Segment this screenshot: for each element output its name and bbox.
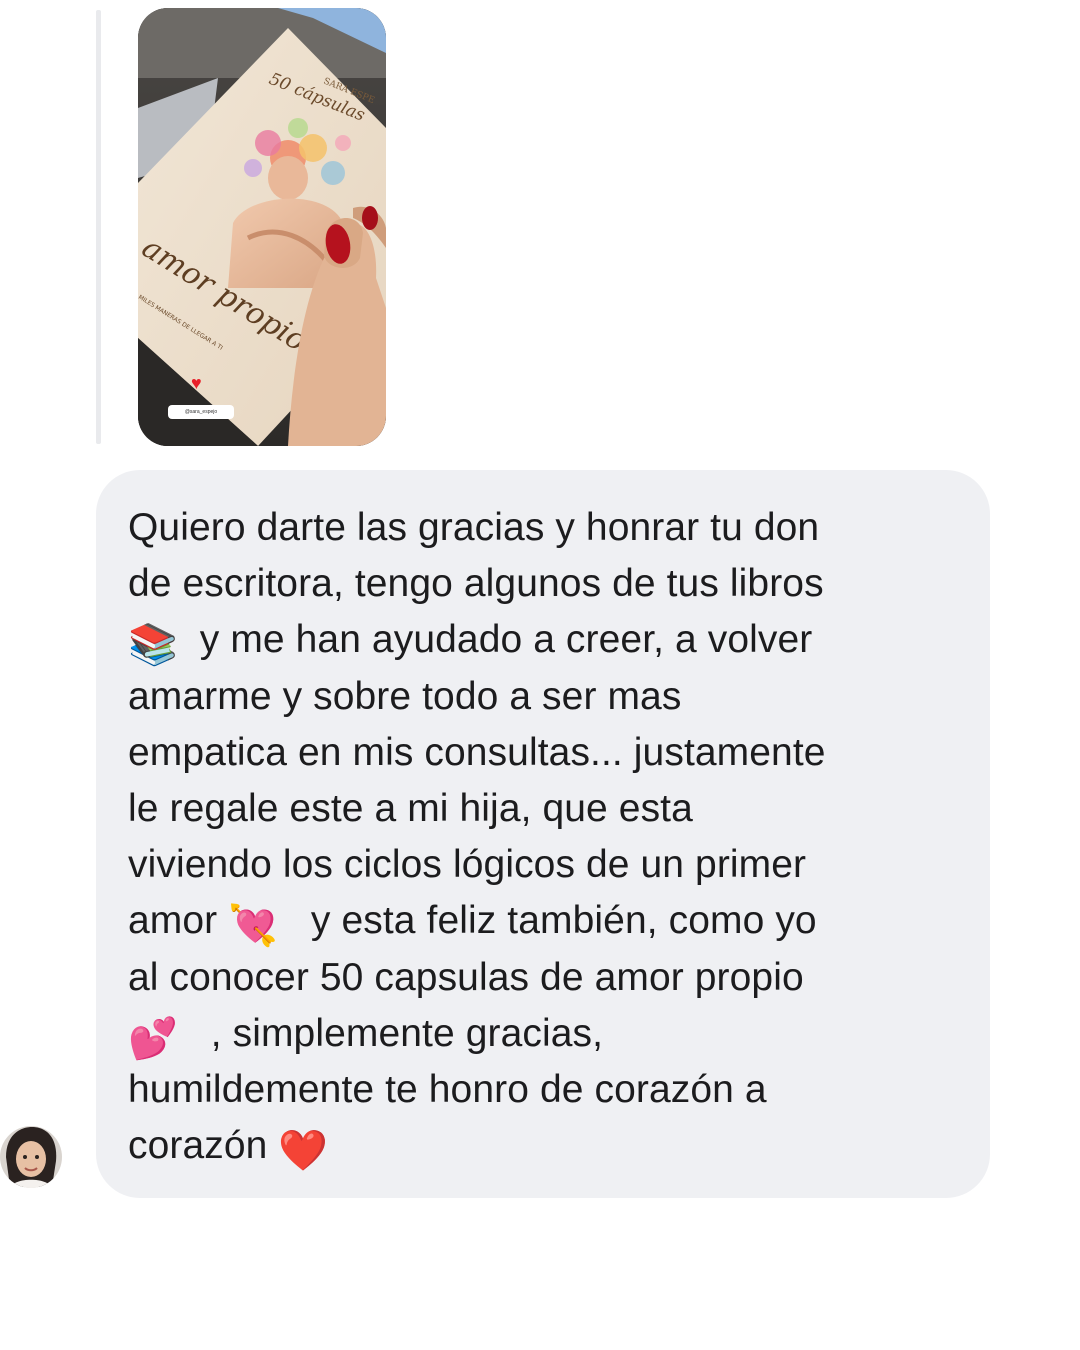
heart-arrow-emoji-icon: 💘 bbox=[228, 903, 279, 950]
message-line: amor 💘 y esta feliz también, como yo bbox=[128, 899, 817, 950]
message-bubble[interactable]: Quiero darte las gracias y honrar tu don… bbox=[96, 470, 990, 1198]
red-heart-emoji-icon: ❤️ bbox=[278, 1128, 329, 1175]
message-line: corazón ❤️ bbox=[128, 1124, 329, 1175]
avatar-icon bbox=[0, 1126, 62, 1188]
message-line: viviendo los ciclos lógicos de un primer bbox=[128, 843, 807, 887]
message-line: 💕 , simplemente gracias, bbox=[128, 1011, 604, 1062]
reply-indicator-line bbox=[96, 10, 101, 444]
mention-sticker: @sara_espejo bbox=[168, 405, 234, 419]
message-line: le regale este a mi hija, que esta bbox=[128, 786, 693, 830]
message-line: al conocer 50 capsulas de amor propio bbox=[128, 955, 804, 999]
message-line: amarme y sobre todo a ser mas bbox=[128, 674, 682, 718]
two-hearts-emoji-icon: 💕 bbox=[128, 1015, 178, 1062]
message-line: Quiero darte las gracias y honrar tu don bbox=[128, 506, 820, 549]
story-reply-thumbnail[interactable]: SARA ESPE 50 cápsulas amor propio MILES … bbox=[138, 8, 386, 446]
story-photo: SARA ESPE 50 cápsulas amor propio MILES … bbox=[138, 8, 386, 446]
message-line: 📚 y me han ayudado a creer, a volver bbox=[128, 618, 813, 669]
sender-avatar[interactable] bbox=[0, 1117, 62, 1197]
message-text: Quiero darte las gracias y honrar tu don… bbox=[128, 500, 950, 1174]
message-line: de escritora, tengo algunos de tus libro… bbox=[128, 562, 824, 606]
heart-sticker-icon: ♥ bbox=[191, 373, 202, 393]
message-line: empatica en mis consultas... justamente bbox=[128, 730, 826, 774]
books-emoji-icon: 📚 bbox=[128, 622, 178, 669]
message-line: humildemente te honro de corazón a bbox=[128, 1067, 767, 1111]
